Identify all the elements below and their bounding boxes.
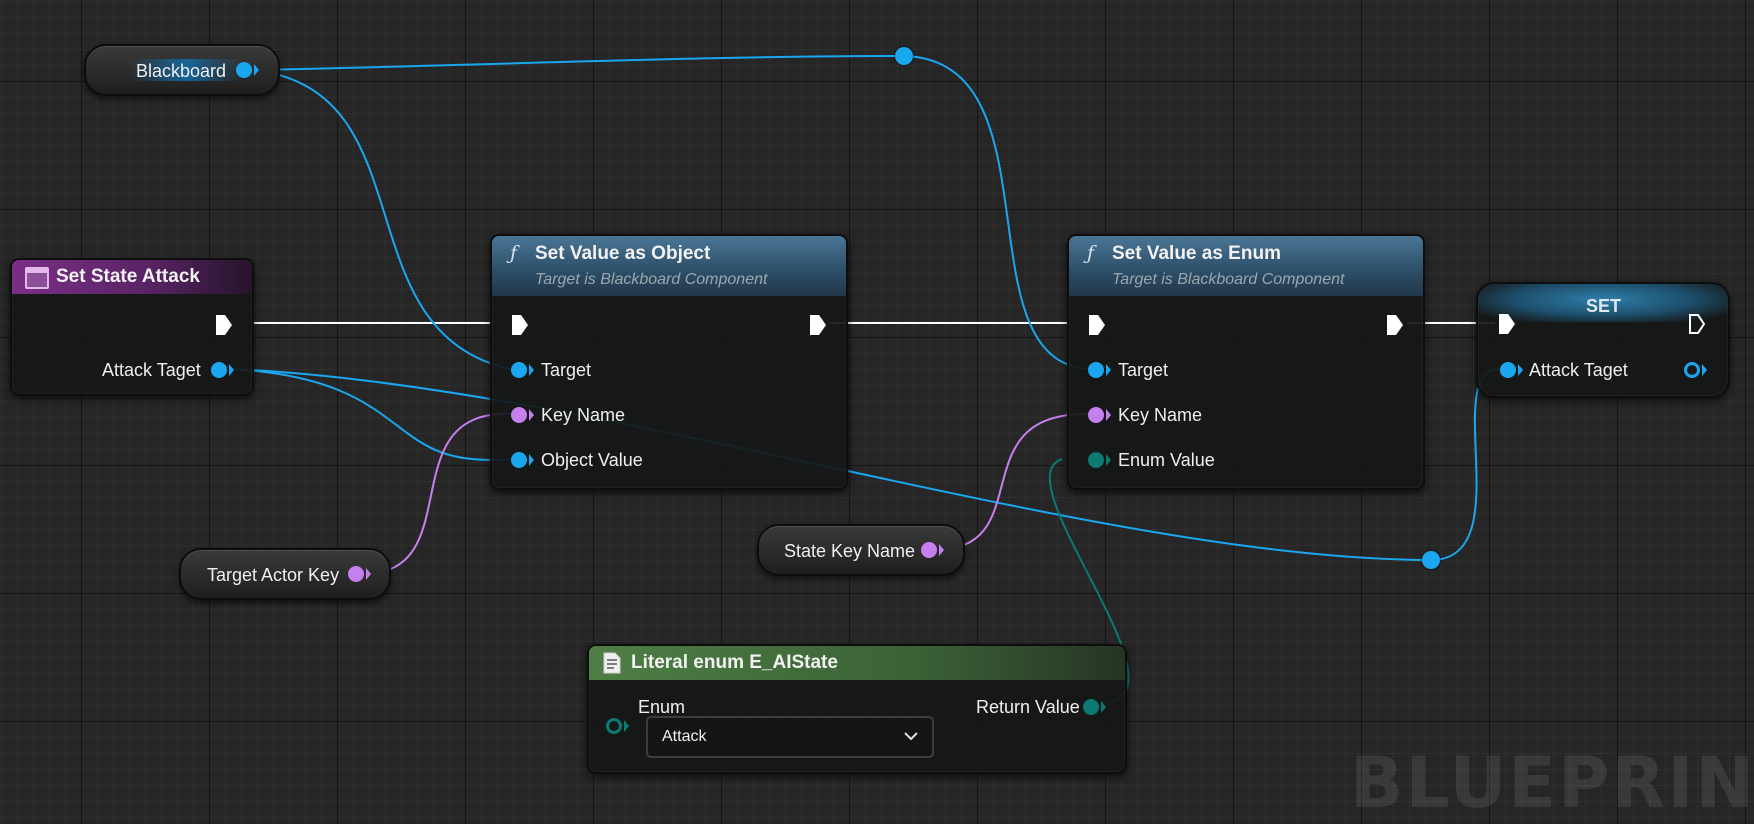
key-name-label: Key Name	[541, 405, 626, 425]
exec-pin-icon[interactable]	[215, 314, 233, 336]
set-value-as-enum-node[interactable]: ƒ Set Value as Enum Target is Blackboard…	[1067, 234, 1425, 490]
pin-arrow	[254, 64, 259, 76]
wire-reroute-to-set	[1430, 368, 1500, 561]
attack-taget-output-pin[interactable]	[211, 362, 227, 378]
function-icon: ƒ	[510, 242, 518, 264]
pin-arrow	[624, 720, 629, 732]
target-input-pin[interactable]	[1088, 362, 1104, 378]
target-input-pin[interactable]	[511, 362, 527, 378]
attack-taget-input-pin[interactable]	[1500, 362, 1516, 378]
wire-reroute-to-enum-target	[903, 55, 1089, 370]
node-subtitle: Target is Blackboard Component	[535, 271, 768, 288]
literal-enum-node[interactable]: Literal enum E_AIState Enum Return Value…	[587, 644, 1127, 774]
enum-input-pin[interactable]	[606, 718, 622, 734]
target-actor-key-label: Target Actor Key	[207, 565, 340, 585]
document-icon	[603, 652, 621, 674]
enum-selected-value: Attack	[662, 728, 707, 745]
exec-output-pin-icon[interactable]	[809, 314, 827, 336]
attack-taget-output-pin[interactable]	[1684, 362, 1700, 378]
blackboard-label: Blackboard	[136, 61, 227, 81]
blackboard-output-pin[interactable]	[236, 62, 252, 78]
reroute-knot-attack-taget[interactable]	[1422, 551, 1440, 569]
attack-taget-label: Attack Taget	[102, 360, 201, 380]
node-title: Literal enum E_AIState	[631, 652, 838, 673]
exec-input-pin-icon[interactable]	[1088, 314, 1106, 336]
enum-value-input-pin[interactable]	[1088, 452, 1104, 468]
pin-arrow	[1106, 454, 1111, 466]
wire-blackboard-to-object-target	[252, 69, 511, 370]
blackboard-getter-node[interactable]: Blackboard	[84, 44, 280, 96]
pin-arrow	[529, 364, 534, 376]
pin-arrow	[939, 544, 944, 556]
set-value-as-object-node[interactable]: ƒ Set Value as Object Target is Blackboa…	[490, 234, 848, 490]
chevron-down-icon	[904, 732, 918, 741]
key-name-input-pin[interactable]	[1088, 407, 1104, 423]
pin-arrow	[1101, 701, 1106, 713]
target-actor-key-getter-node[interactable]: Target Actor Key	[179, 548, 391, 600]
node-title: Set Value as Enum	[1112, 243, 1281, 264]
attack-taget-label: Attack Taget	[1529, 360, 1628, 380]
target-label: Target	[1118, 360, 1169, 380]
object-value-label: Object Value	[541, 450, 643, 470]
state-key-name-label: State Key Name	[784, 541, 916, 561]
event-icon	[25, 267, 49, 289]
set-variable-node[interactable]: SET Attack Taget	[1476, 282, 1730, 398]
wire-attack-to-object-value	[231, 368, 511, 461]
enum-value-label: Enum Value	[1118, 450, 1215, 470]
node-subtitle: Target is Blackboard Component	[1112, 271, 1345, 288]
exec-input-pin-icon[interactable]	[511, 314, 529, 336]
node-title: Set Value as Object	[535, 243, 711, 264]
state-key-name-getter-node[interactable]: State Key Name	[757, 524, 965, 576]
pin-arrow	[366, 568, 371, 580]
exec-output-pin-icon[interactable]	[1386, 314, 1404, 336]
pin-arrow	[1106, 409, 1111, 421]
exec-input-pin-icon[interactable]	[1498, 313, 1516, 335]
target-actor-key-output-pin[interactable]	[348, 566, 364, 582]
wire-blackboard-to-reroute	[252, 55, 905, 71]
pin-arrow	[529, 409, 534, 421]
enum-label: Enum	[638, 697, 686, 717]
key-name-input-pin[interactable]	[511, 407, 527, 423]
reroute-knot-blackboard[interactable]	[895, 47, 913, 65]
pin-arrow	[1702, 364, 1707, 376]
state-key-name-output-pin[interactable]	[921, 542, 937, 558]
set-state-attack-node[interactable]: Set State Attack Attack Taget	[10, 258, 254, 396]
target-label: Target	[541, 360, 592, 380]
blueprint-watermark: BLUEPRINT	[1350, 742, 1754, 824]
return-value-label: Return Value	[976, 697, 1080, 717]
pin-arrow	[1106, 364, 1111, 376]
return-value-output-pin[interactable]	[1083, 699, 1099, 715]
node-title: SET	[1586, 296, 1622, 316]
pin-arrow	[529, 454, 534, 466]
wire-targetactorkey-to-keyname	[362, 412, 511, 575]
enum-value-dropdown[interactable]: Attack	[646, 716, 934, 758]
function-icon: ƒ	[1087, 242, 1095, 264]
object-value-input-pin[interactable]	[511, 452, 527, 468]
pin-arrow	[1518, 364, 1523, 376]
pin-arrow	[229, 364, 234, 376]
node-title: Set State Attack	[56, 266, 200, 287]
key-name-label: Key Name	[1118, 405, 1203, 425]
exec-output-pin-icon[interactable]	[1688, 313, 1706, 335]
